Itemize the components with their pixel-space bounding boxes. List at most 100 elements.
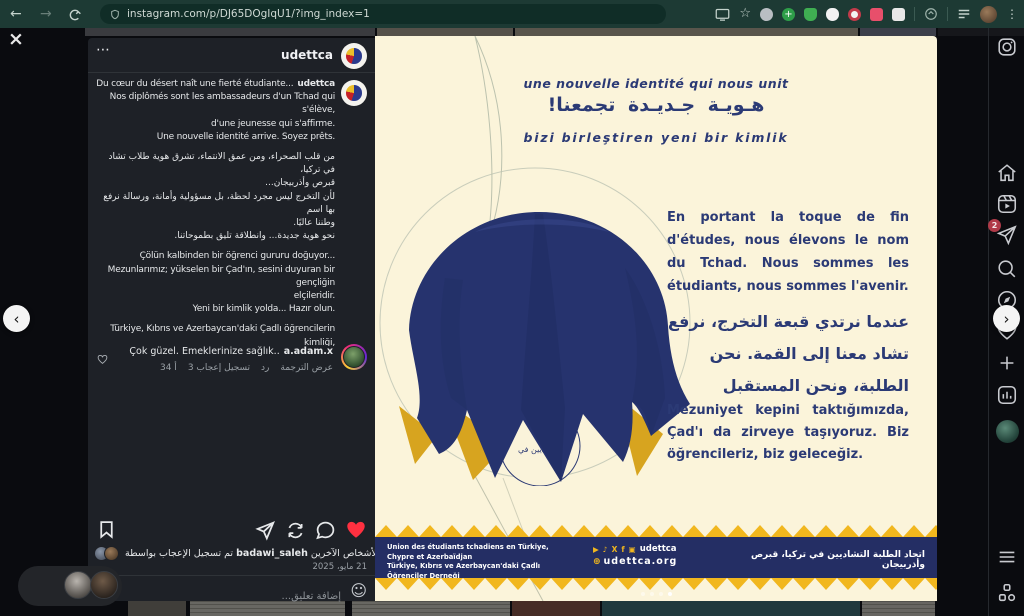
caption-username[interactable]: udettca (297, 78, 335, 91)
footer-website: udettca.org (604, 556, 678, 567)
sidebar-insights-icon[interactable] (996, 384, 1018, 410)
call-pip-widget[interactable] (18, 566, 122, 606)
site-settings-icon[interactable] (110, 9, 120, 20)
liked-by-row: تم تسجيل الإعجاب بواسطة badawi_saleh و73… (94, 546, 367, 561)
commenter-avatar[interactable] (341, 344, 367, 370)
extension-add-icon[interactable]: + (782, 8, 795, 21)
comment-icon[interactable] (315, 520, 336, 541)
liked-by-username[interactable]: badawi_saleh (236, 548, 308, 559)
url-text[interactable]: instagram.com/p/DJ65DOgIqU1/?img_index=1 (127, 8, 370, 20)
liker-avatars[interactable] (94, 546, 119, 561)
sidebar-reels-icon[interactable] (996, 193, 1018, 219)
close-icon[interactable]: × (8, 30, 24, 48)
carousel-dot[interactable] (641, 592, 645, 596)
extension-play-icon[interactable] (848, 8, 861, 21)
comment-input-wrap (130, 584, 343, 603)
carousel-dot-active[interactable] (668, 592, 672, 596)
chevron-left-icon: ‹ (14, 310, 20, 328)
extensions-puzzle-icon[interactable] (892, 8, 905, 21)
reload-icon[interactable] (68, 7, 82, 26)
comment-reply-button[interactable]: رد (261, 363, 269, 373)
instagram-logo-icon[interactable] (996, 36, 1018, 62)
poster-footer-banner: Union des étudiants tchadiens en Türkiye… (375, 537, 937, 578)
poster-paragraph-tr: Mezuniyet kepini taktığımızda, Çad'ı da … (667, 400, 909, 466)
browser-profile-avatar[interactable] (980, 6, 997, 23)
carousel-next-button[interactable]: › (993, 305, 1020, 332)
poster-paragraph-ar: عندما نرتدي قبعة التخرج، نرفع تشاد معنا … (667, 306, 909, 402)
post-options-icon[interactable]: ⋯ (96, 42, 111, 58)
comment-likes[interactable]: 3 تسجيل إعجاب (188, 363, 250, 373)
liked-by-prefix: تم تسجيل الإعجاب بواسطة (125, 548, 233, 559)
sync-icon[interactable] (924, 7, 938, 21)
caption-block: Du cœur du désert naît une fierté étudia… (94, 78, 335, 346)
footer-handle: udettca (640, 544, 677, 554)
poster-title-fr: une nouvelle identité qui nous unit (375, 76, 937, 91)
commenter-username[interactable]: a.adam.x (284, 346, 333, 357)
post-details-panel: ⋯ udettca Du cœur du désert naît une fie… (88, 38, 375, 601)
save-bookmark-icon[interactable] (96, 519, 117, 544)
footer-social: ▶ ♪ X f ▣ udettca ⊕ udettca.org (593, 544, 728, 567)
screen: ← → instagram.com/p/DJ65DOgIqU1/?img_ind… (0, 0, 1024, 616)
forward-icon[interactable]: → (40, 0, 52, 28)
share-icon[interactable] (255, 520, 276, 541)
carousel-dots (375, 592, 937, 596)
add-comment-input[interactable] (130, 590, 343, 603)
sidebar-messages-icon[interactable]: 2 (996, 224, 1018, 250)
instagram-mini-icon: ▣ (629, 545, 637, 554)
header-divider (88, 72, 375, 73)
like-heart-icon[interactable] (345, 519, 367, 541)
extension-pink-icon[interactable] (870, 8, 883, 21)
toolbar-separator (914, 7, 915, 21)
comment-text: Çok güzel. Emeklerinize sağlık.. (129, 346, 279, 357)
caption-tr-2: Türkiye, Kıbrıs ve Azerbaycan'daki Çadlı… (94, 323, 335, 346)
sidebar-create-icon[interactable] (996, 352, 1018, 378)
caption-tr-1: Çölün kalbinden bir öğrenci gururu doğuy… (94, 250, 335, 316)
address-bar[interactable]: instagram.com/p/DJ65DOgIqU1/?img_index=1 (100, 4, 666, 24)
extension-shield-icon[interactable] (804, 8, 817, 21)
pip-avatar (90, 571, 118, 599)
caption-fr-line1: Du cœur du désert naît une fierté étudia… (96, 78, 293, 91)
poster-title-tr: bizi birleştiren yeni bir kimlik (375, 130, 937, 145)
facebook-icon: f (621, 545, 625, 554)
cast-icon[interactable] (715, 8, 730, 21)
back-icon[interactable]: ← (10, 0, 22, 28)
comment-row: Çok güzel. Emeklerinize sağlık.. a.adam.… (118, 346, 333, 373)
pip-avatar (64, 571, 92, 599)
comment-time: 34 أ (160, 363, 177, 373)
sidebar-profile-avatar[interactable] (996, 420, 1019, 443)
liker-avatar (104, 546, 119, 561)
caption-avatar[interactable] (341, 80, 367, 106)
sidebar-search-icon[interactable] (996, 258, 1018, 284)
footer-divider (88, 575, 375, 576)
sidebar-meta-apps-icon[interactable] (996, 582, 1018, 608)
comment-like-heart-icon[interactable] (97, 350, 108, 369)
sidebar-home-icon[interactable] (996, 162, 1018, 188)
sidebar-menu-icon[interactable] (996, 546, 1018, 572)
extension-bell-icon[interactable] (826, 8, 839, 21)
messages-badge: 2 (988, 219, 1001, 232)
browser-actions: ☆ + ⋮ (715, 0, 1018, 28)
zigzag-top (375, 525, 937, 537)
footer-org-fr: Union des étudiants tchadiens en Türkiye… (387, 543, 577, 562)
zigzag-bottom (375, 578, 937, 590)
post-date: 21 مايو، 2025 (312, 562, 367, 572)
carousel-dot[interactable] (650, 592, 654, 596)
browser-menu-icon[interactable]: ⋮ (1006, 0, 1018, 28)
author-avatar[interactable] (341, 43, 367, 69)
carousel-prev-button[interactable]: ‹ (3, 305, 30, 332)
comment-see-translation[interactable]: عرض الترجمة (280, 363, 333, 373)
globe-icon: ⊕ (593, 557, 602, 567)
repost-icon[interactable] (285, 520, 306, 541)
bookmark-star-icon[interactable]: ☆ (739, 0, 751, 28)
poster-title-ar: هـويـة جـديـدة تجمعنا! (375, 94, 937, 116)
author-username[interactable]: udettca (281, 48, 333, 62)
youtube-icon: ▶ (593, 545, 600, 554)
caption-ar: من قلب الصحراء، ومن عمق الانتماء، تشرق ه… (94, 151, 335, 243)
carousel-dot[interactable] (659, 592, 663, 596)
chevron-right-icon: › (1004, 310, 1010, 328)
tiktok-icon: ♪ (603, 545, 609, 554)
tab-list-icon[interactable] (957, 8, 971, 20)
extension-history-icon[interactable] (760, 8, 773, 21)
emoji-icon[interactable]: ☺ (350, 582, 367, 600)
post-image[interactable]: une nouvelle identité qui nous unit هـوي… (375, 36, 937, 601)
